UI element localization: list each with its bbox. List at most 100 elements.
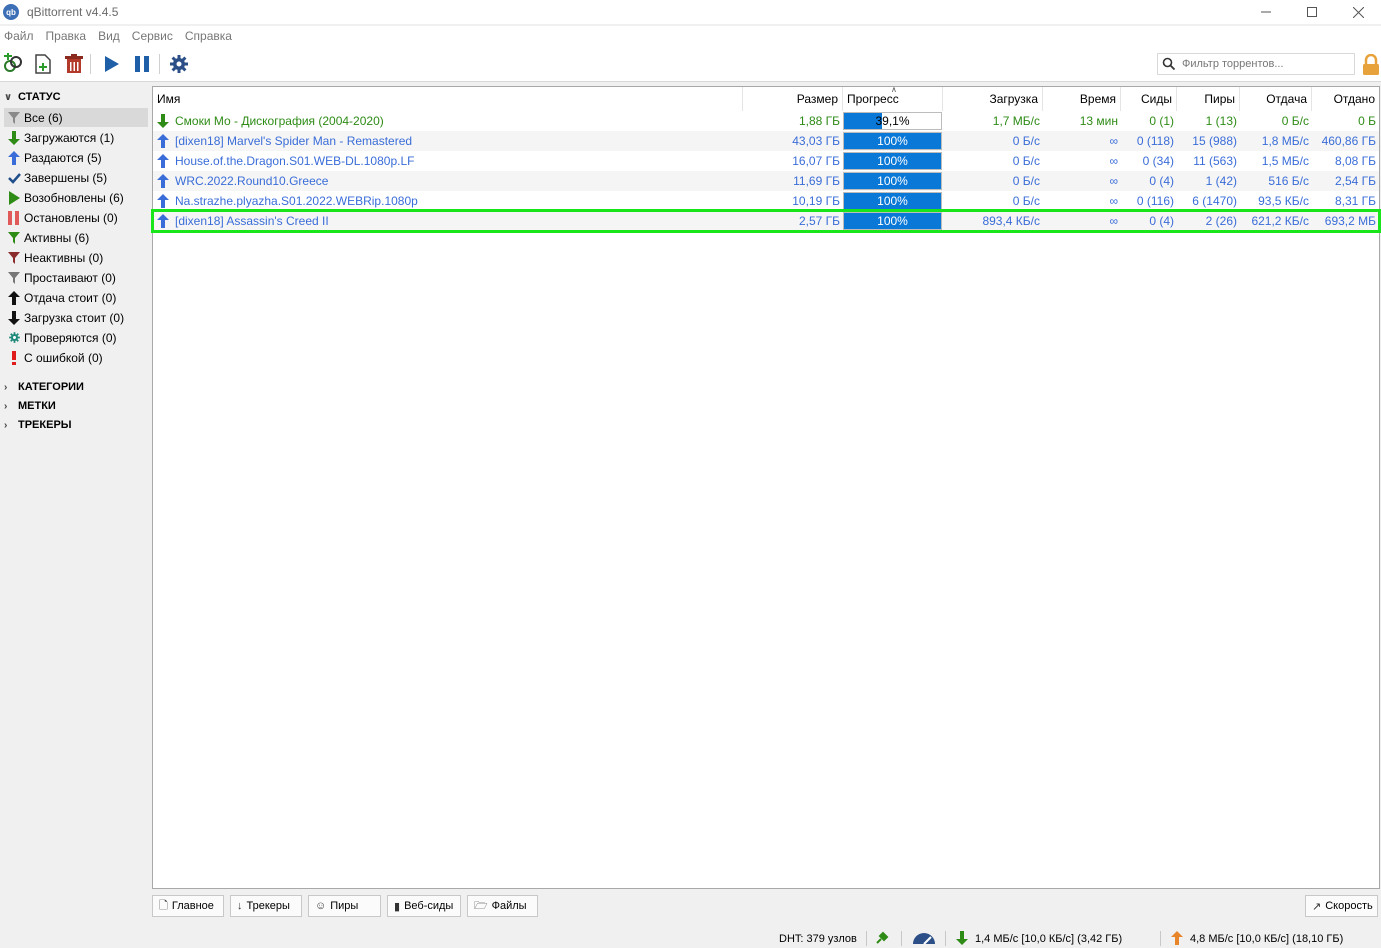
toolbar-separator bbox=[90, 54, 91, 74]
status-filter-checking[interactable]: Проверяются (0) bbox=[4, 328, 148, 347]
cell-upload-speed: 1,5 МБ/с bbox=[1261, 154, 1309, 168]
status-filter-label: Простаивают (0) bbox=[24, 270, 116, 285]
status-filter-resumed[interactable]: Возобновлены (6) bbox=[4, 188, 148, 207]
arrow-up-icon bbox=[157, 154, 171, 168]
torrent-filter-field[interactable] bbox=[1157, 53, 1355, 75]
minimize-button[interactable] bbox=[1243, 0, 1289, 24]
delete-button[interactable] bbox=[62, 52, 86, 76]
options-button[interactable] bbox=[167, 52, 191, 76]
document-icon: 🗋 bbox=[159, 899, 168, 912]
cell-download-speed: 0 Б/с bbox=[1012, 194, 1040, 208]
filter-icon bbox=[4, 231, 24, 244]
status-filter-active[interactable]: Активны (6) bbox=[4, 228, 148, 247]
add-torrent-file-button[interactable] bbox=[31, 52, 55, 76]
trash-icon bbox=[65, 54, 83, 73]
torrent-list[interactable]: Имя Размер Прогресс ∧ Загрузка Время Сид… bbox=[151, 85, 1381, 889]
status-filter-all[interactable]: Все (6) bbox=[4, 108, 148, 127]
close-button[interactable] bbox=[1335, 0, 1381, 24]
users-icon: ☺ bbox=[315, 900, 327, 912]
menu-edit[interactable]: Правка bbox=[42, 29, 95, 43]
connection-status-icon[interactable] bbox=[874, 930, 890, 948]
status-filter-errored[interactable]: С ошибкой (0) bbox=[4, 348, 148, 367]
trackers-section-header[interactable]: › ТРЕКЕРЫ bbox=[4, 416, 72, 434]
tab-label: Веб-сиды bbox=[404, 900, 454, 912]
table-row[interactable]: WRC.2022.Round10.Greece 100% 11,69 ГБ 0 Б/с… bbox=[153, 171, 1379, 191]
arrow-up-icon bbox=[4, 150, 24, 165]
status-filter-label: Загрузка стоит (0) bbox=[24, 310, 125, 325]
progress-bar: 39,1% bbox=[843, 112, 942, 130]
tab-peers[interactable]: ☺ Пиры bbox=[308, 895, 381, 917]
column-header-eta[interactable]: Время bbox=[1043, 87, 1121, 111]
cell-uploaded: 693,2 МБ bbox=[1324, 214, 1376, 228]
column-header-uploaded[interactable]: Отдано bbox=[1312, 87, 1379, 111]
progress-bar: 100% bbox=[843, 132, 942, 150]
cell-peers: 15 (988) bbox=[1192, 134, 1237, 148]
status-filter-stalled[interactable]: Простаивают (0) bbox=[4, 268, 148, 287]
column-header-peers[interactable]: Пиры bbox=[1177, 87, 1240, 111]
tab-label: Трекеры bbox=[246, 900, 290, 912]
status-filter-label: С ошибкой (0) bbox=[24, 350, 103, 365]
table-row[interactable]: House.of.the.Dragon.S01.WEB-DL.1080p.LF 1… bbox=[153, 151, 1379, 171]
status-divider bbox=[945, 931, 946, 946]
arrow-up-icon bbox=[157, 134, 171, 148]
tab-label: Скорость bbox=[1325, 900, 1373, 912]
tab-files[interactable]: 🗁 Файлы bbox=[467, 895, 538, 917]
tab-webseeds[interactable]: ▮ Веб-сиды bbox=[387, 895, 461, 917]
menu-tools[interactable]: Сервис bbox=[128, 29, 181, 43]
dht-nodes-status: DHT: 379 узлов bbox=[779, 933, 857, 945]
column-header-name[interactable]: Имя bbox=[153, 87, 743, 111]
resume-button[interactable] bbox=[99, 52, 123, 76]
menu-bar: Файл Правка Вид Сервис Справка bbox=[0, 26, 1381, 46]
cell-download-speed: 0 Б/с bbox=[1012, 174, 1040, 188]
progress-text: 100% bbox=[877, 154, 908, 168]
table-header: Имя Размер Прогресс ∧ Загрузка Время Сид… bbox=[153, 85, 1379, 111]
add-file-icon bbox=[35, 54, 51, 74]
cell-peers: 11 (563) bbox=[1193, 154, 1237, 168]
pause-icon bbox=[135, 56, 149, 72]
tab-trackers[interactable]: ↓ Трекеры bbox=[230, 895, 302, 917]
status-filter-completed[interactable]: Завершены (5) bbox=[4, 168, 148, 187]
pause-button[interactable] bbox=[130, 52, 154, 76]
status-section-header[interactable]: ∨ СТАТУС bbox=[4, 88, 61, 106]
sort-ascending-icon: ∧ bbox=[891, 85, 897, 94]
tab-general[interactable]: 🗋 Главное bbox=[152, 895, 224, 917]
gear-icon bbox=[4, 331, 24, 344]
status-filter-seeding[interactable]: Раздаются (5) bbox=[4, 148, 148, 167]
torrent-filter-input[interactable] bbox=[1182, 58, 1352, 70]
status-filter-stalled-downloading[interactable]: Загрузка стоит (0) bbox=[4, 308, 148, 327]
status-filter-stalled-uploading[interactable]: Отдача стоит (0) bbox=[4, 288, 148, 307]
cell-name: Смоки Мо - Дискография (2004-2020) bbox=[175, 114, 384, 128]
speed-limit-toggle-icon[interactable] bbox=[911, 931, 937, 948]
arrow-up-icon bbox=[157, 174, 171, 188]
cell-eta: ∞ bbox=[1109, 194, 1118, 208]
table-row[interactable]: [dixen18] Assassin's Creed II 100% 2,57 ГБ… bbox=[151, 209, 1381, 233]
status-filter-paused[interactable]: Остановлены (0) bbox=[4, 208, 148, 227]
cell-upload-speed: 516 Б/с bbox=[1268, 174, 1309, 188]
menu-view[interactable]: Вид bbox=[94, 29, 128, 43]
maximize-button[interactable] bbox=[1289, 0, 1335, 24]
status-filter-inactive[interactable]: Неактивны (0) bbox=[4, 248, 148, 267]
tab-label: Пиры bbox=[330, 900, 359, 912]
download-speed-status[interactable]: 1,4 МБ/с [10,0 КБ/с] (3,42 ГБ) bbox=[975, 928, 1122, 948]
table-row[interactable]: Смоки Мо - Дискография (2004-2020) 39,1% 1… bbox=[153, 111, 1379, 131]
add-torrent-link-button[interactable] bbox=[1, 52, 25, 76]
chevron-right-icon: › bbox=[4, 381, 8, 393]
column-header-size[interactable]: Размер bbox=[743, 87, 843, 111]
menu-file[interactable]: Файл bbox=[0, 29, 42, 43]
lock-icon[interactable] bbox=[1361, 53, 1379, 76]
tab-speed[interactable]: ↗ Скорость bbox=[1305, 895, 1378, 917]
tags-section-header[interactable]: › МЕТКИ bbox=[4, 397, 56, 415]
table-row[interactable]: [dixen18] Marvel's Spider Man - Remaster… bbox=[153, 131, 1379, 151]
cell-seeds: 0 (34) bbox=[1142, 154, 1174, 168]
tracker-icon: ↓ bbox=[237, 900, 243, 912]
menu-help[interactable]: Справка bbox=[181, 29, 240, 43]
categories-section-header[interactable]: › КАТЕГОРИИ bbox=[4, 378, 84, 396]
column-header-seeds[interactable]: Сиды bbox=[1121, 87, 1177, 111]
error-icon bbox=[4, 350, 24, 365]
column-header-download-speed[interactable]: Загрузка bbox=[943, 87, 1043, 111]
column-header-upload-speed[interactable]: Отдача bbox=[1240, 87, 1312, 111]
window-title: qBittorrent v4.4.5 bbox=[27, 5, 119, 19]
table-row[interactable]: Na.strazhe.plyazha.S01.2022.WEBRip.1080p… bbox=[153, 191, 1379, 211]
status-filter-downloading[interactable]: Загружаются (1) bbox=[4, 128, 148, 147]
upload-speed-status[interactable]: 4,8 МБ/с [10,0 КБ/с] (18,10 ГБ) bbox=[1190, 928, 1343, 948]
